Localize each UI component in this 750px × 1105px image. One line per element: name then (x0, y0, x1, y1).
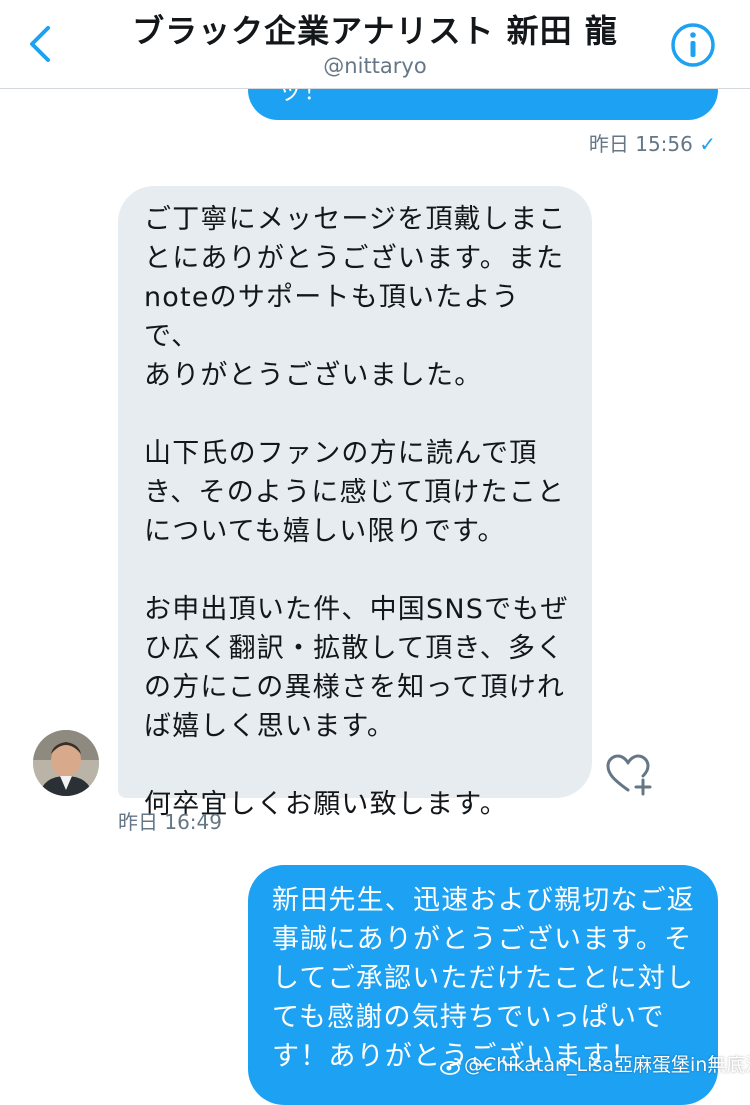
timestamp-text: 昨日 15:56 (588, 132, 693, 156)
message-timestamp: 昨日 16:49 (118, 810, 222, 834)
conversation-title: ブラック企業アナリスト 新田 龍 (132, 12, 618, 50)
avatar[interactable] (33, 730, 99, 796)
avatar-image (33, 730, 99, 796)
info-icon[interactable] (670, 22, 716, 68)
conversation-header: ブラック企業アナリスト 新田 龍 @nittaryo (0, 0, 750, 89)
heart-plus-icon[interactable] (604, 752, 656, 796)
incoming-message-bubble[interactable]: ご丁寧にメッセージを頂戴しまこ とにありがとうございます。また noteのサポー… (118, 186, 592, 820)
weibo-icon (440, 1057, 461, 1075)
conversation-handle: @nittaryo (323, 54, 427, 78)
checkmark-icon: ✓ (699, 132, 716, 156)
message-timestamp: 昨日 15:56 ✓ (589, 128, 716, 157)
watermark: @Chikatan_Lisa亞麻蛋堡in無底洞 (440, 1050, 750, 1077)
watermark-text: @Chikatan_Lisa亞麻蛋堡in無底洞 (464, 1054, 750, 1076)
